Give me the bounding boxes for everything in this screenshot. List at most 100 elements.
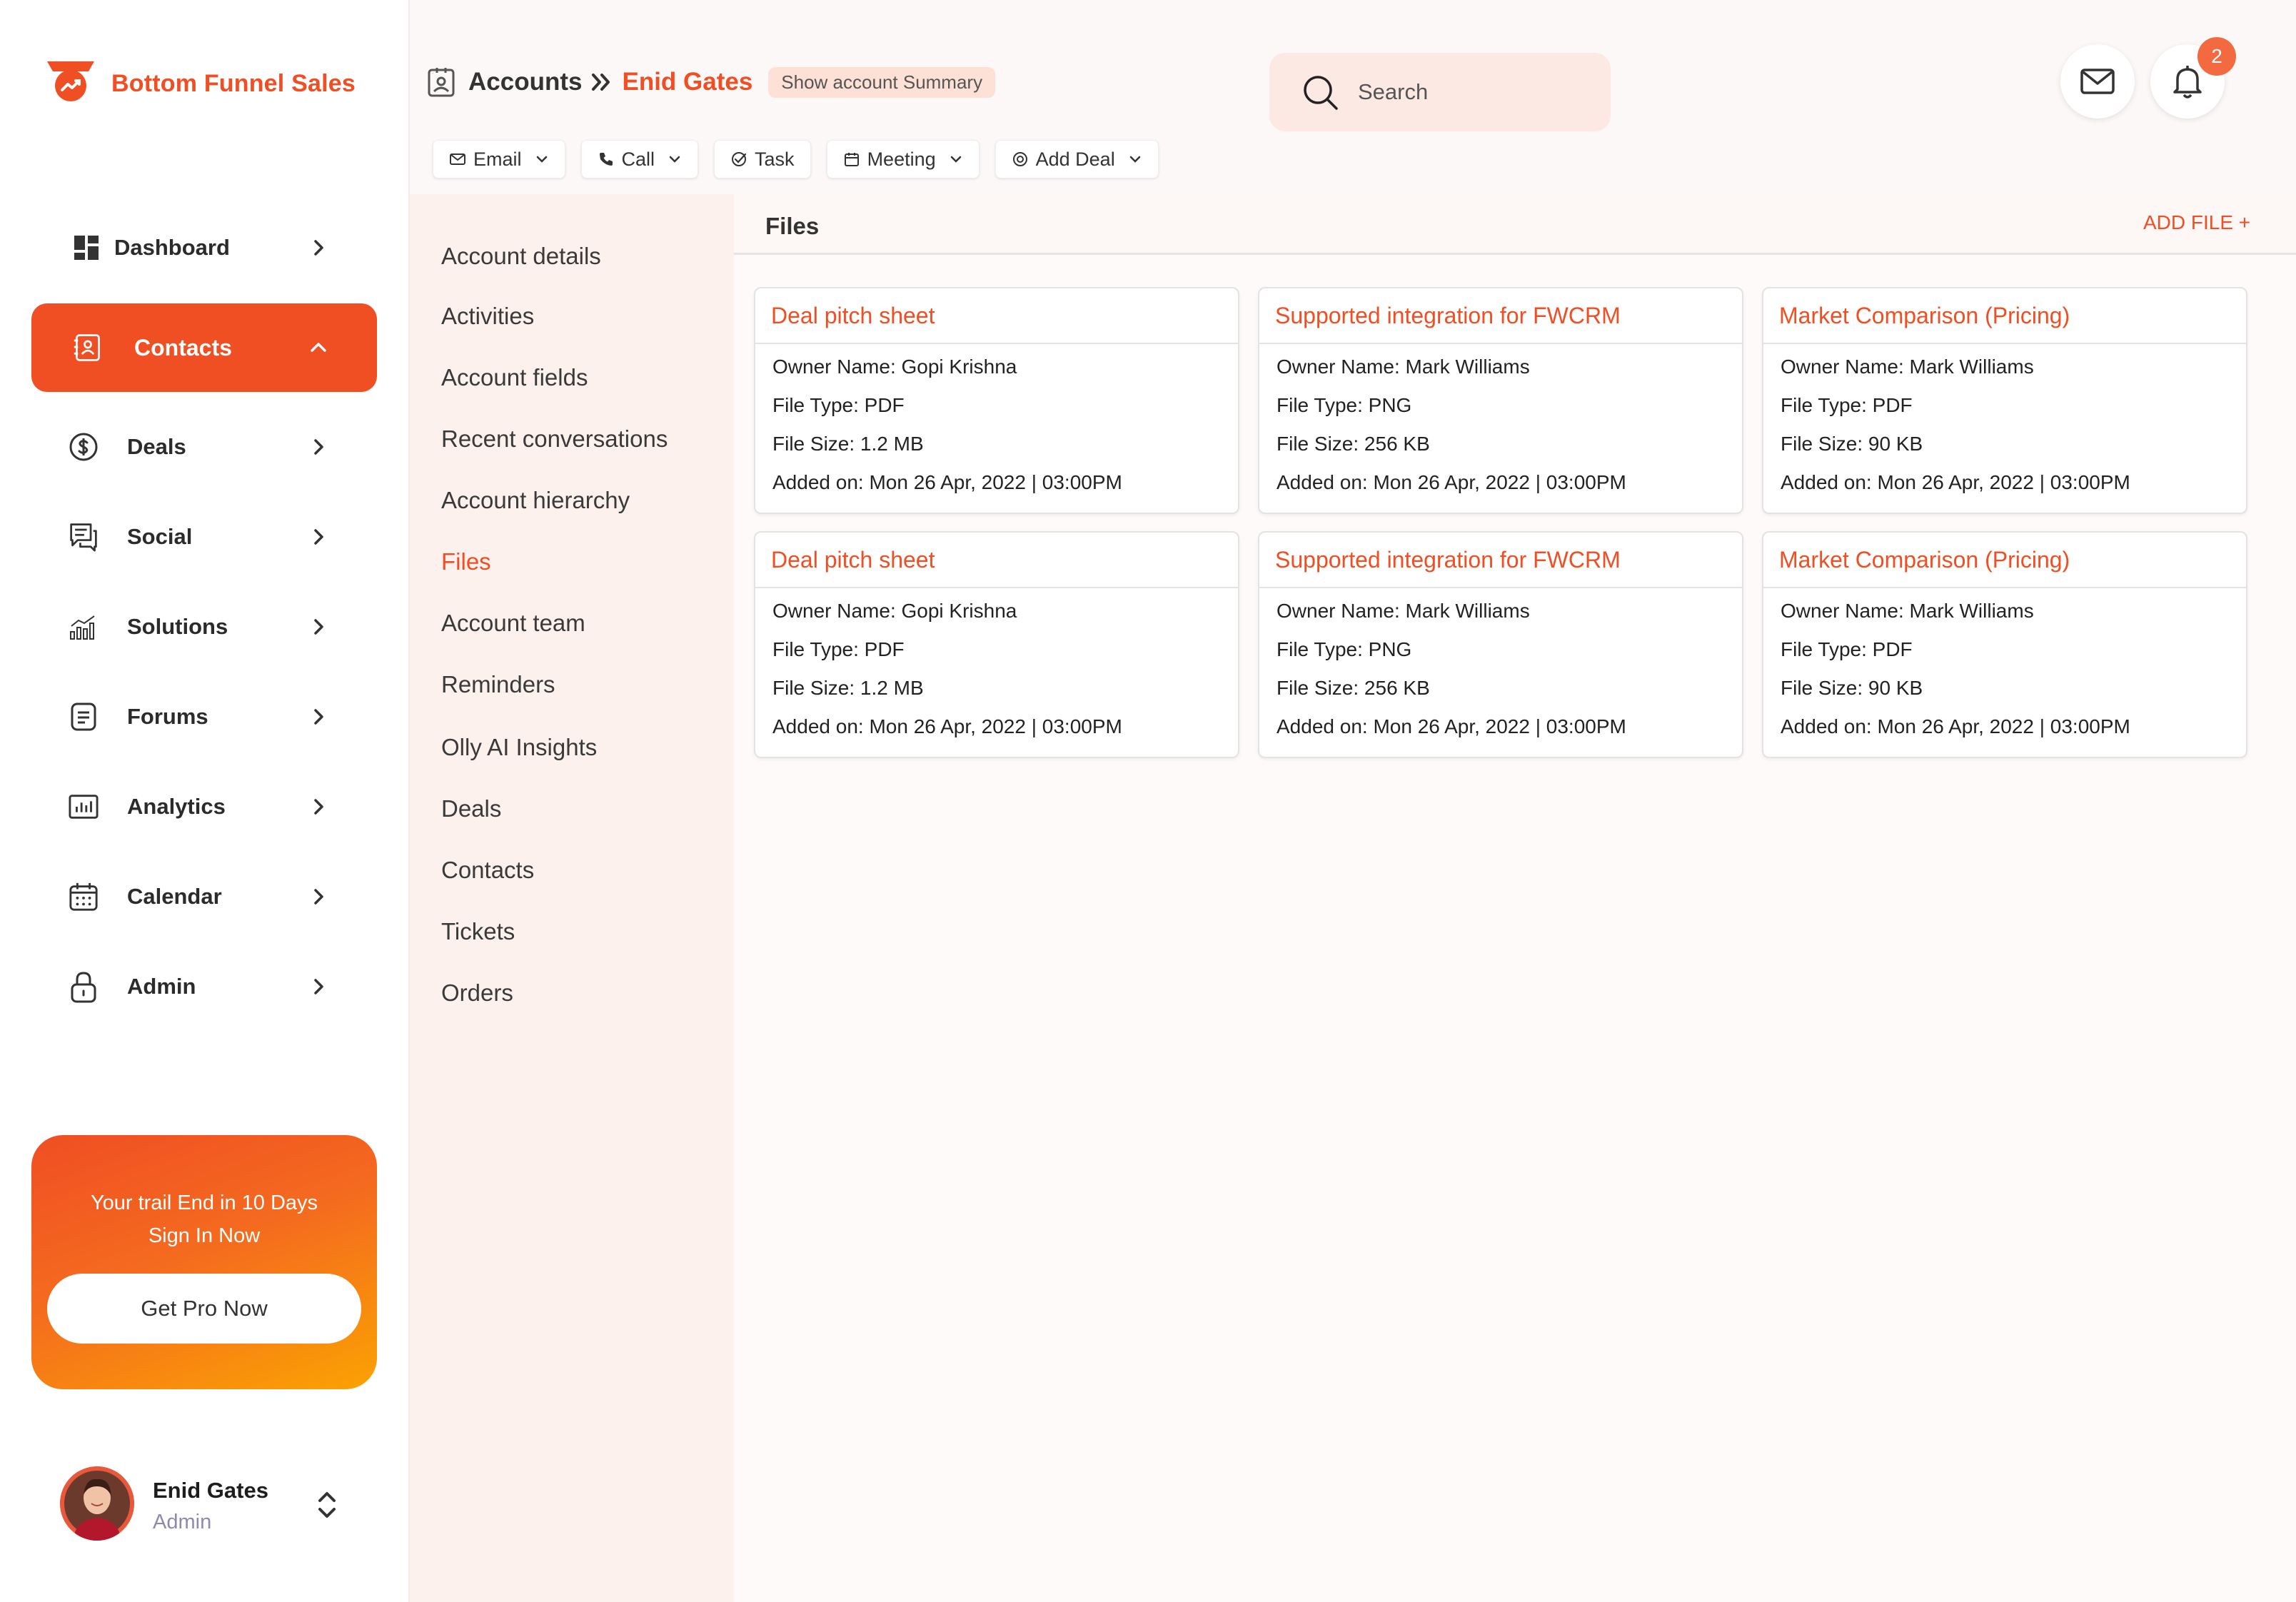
subnav-item-account-details[interactable]: Account details	[441, 243, 601, 270]
file-title[interactable]: Market Comparison (Pricing)	[1779, 547, 2070, 573]
nav-item-forums[interactable]: Forums	[31, 672, 377, 762]
file-card[interactable]: Supported integration for FWCRM Owner Na…	[1258, 287, 1743, 514]
account-subnav: Account details Activities Account field…	[410, 194, 734, 1602]
breadcrumb-accounts[interactable]: Accounts	[468, 68, 582, 96]
get-pro-button[interactable]: Get Pro Now	[47, 1274, 361, 1344]
profile-role: Admin	[153, 1511, 212, 1533]
subnav-item-orders[interactable]: Orders	[441, 979, 513, 1007]
card-divider	[1763, 343, 2246, 344]
email-action-button[interactable]: Email	[433, 140, 565, 178]
file-added-date: Added on: Mon 26 Apr, 2022 | 03:00PM	[1277, 715, 1626, 737]
subnav-item-deals[interactable]: Deals	[441, 795, 501, 822]
double-chevron-icon	[592, 74, 610, 91]
task-action-button[interactable]: Task	[714, 140, 811, 178]
nav-label: Deals	[127, 434, 186, 459]
messages-button[interactable]	[2060, 44, 2135, 119]
file-title[interactable]: Deal pitch sheet	[771, 547, 935, 573]
file-type: File Type: PDF	[1781, 394, 1913, 416]
nav-label: Dashboard	[114, 235, 230, 260]
show-account-summary-button[interactable]: Show account Summary	[768, 66, 996, 98]
chevron-up-icon	[311, 343, 326, 352]
nav-label: Admin	[127, 974, 196, 999]
add-deal-action-button[interactable]: Add Deal	[995, 140, 1159, 178]
subnav-item-recent-conversations[interactable]: Recent conversations	[441, 425, 668, 453]
file-type: File Type: PDF	[1781, 638, 1913, 660]
search-box	[1269, 53, 1611, 131]
file-type: File Type: PDF	[772, 394, 905, 416]
card-divider	[755, 343, 1238, 344]
sign-in-text[interactable]: Sign In Now	[31, 1219, 377, 1252]
nav-label: Calendar	[127, 884, 222, 909]
document-icon	[69, 702, 99, 732]
file-title[interactable]: Supported integration for FWCRM	[1275, 303, 1621, 329]
nav-item-calendar[interactable]: Calendar	[31, 852, 377, 942]
action-label: Task	[755, 148, 795, 170]
subnav-item-reminders[interactable]: Reminders	[441, 671, 555, 698]
chevron-down-icon	[669, 156, 680, 163]
chevron-right-icon	[314, 529, 323, 545]
file-card[interactable]: Market Comparison (Pricing) Owner Name: …	[1762, 287, 2247, 514]
file-card[interactable]: Deal pitch sheet Owner Name: Gopi Krishn…	[754, 287, 1239, 514]
switch-account-icon[interactable]	[313, 1488, 341, 1522]
file-added-date: Added on: Mon 26 Apr, 2022 | 03:00PM	[772, 471, 1122, 493]
add-file-button[interactable]: ADD FILE +	[2143, 211, 2250, 234]
file-card[interactable]: Market Comparison (Pricing) Owner Name: …	[1762, 531, 2247, 758]
subnav-item-files[interactable]: Files	[441, 548, 491, 575]
notification-badge: 2	[2197, 37, 2236, 76]
contacts-icon	[73, 333, 103, 363]
file-owner: Owner Name: Gopi Krishna	[772, 600, 1017, 622]
meeting-action-button[interactable]: Meeting	[826, 140, 980, 178]
files-panel: Files ADD FILE + Deal pitch sheet Owner …	[734, 194, 2296, 1602]
file-card[interactable]: Supported integration for FWCRM Owner Na…	[1258, 531, 1743, 758]
nav-item-social[interactable]: Social	[31, 492, 377, 582]
nav-item-solutions[interactable]: Solutions	[31, 582, 377, 672]
user-profile[interactable]: Enid Gates Admin	[60, 1465, 360, 1545]
trial-promo-card: Your trail End in 10 Days Sign In Now Ge…	[31, 1135, 377, 1389]
nav-label: Social	[127, 524, 193, 549]
card-divider	[1259, 587, 1742, 588]
subnav-item-olly-ai-insights[interactable]: Olly AI Insights	[441, 734, 597, 761]
chevron-down-icon	[950, 156, 961, 163]
file-title[interactable]: Supported integration for FWCRM	[1275, 547, 1621, 573]
file-title[interactable]: Deal pitch sheet	[771, 303, 935, 329]
chevron-right-icon	[314, 439, 323, 455]
section-title: Files	[765, 213, 820, 239]
nav-item-deals[interactable]: Deals	[31, 402, 377, 492]
action-label: Call	[621, 148, 655, 170]
subnav-item-account-hierarchy[interactable]: Account hierarchy	[441, 487, 630, 514]
subnav-item-contacts[interactable]: Contacts	[441, 857, 534, 884]
subnav-item-account-team[interactable]: Account team	[441, 610, 585, 637]
lock-icon	[69, 972, 99, 1003]
file-title[interactable]: Market Comparison (Pricing)	[1779, 303, 2070, 329]
subnav-item-account-fields[interactable]: Account fields	[441, 364, 588, 391]
file-size: File Size: 90 KB	[1781, 433, 1923, 455]
action-label: Add Deal	[1035, 148, 1115, 170]
nav-label: Contacts	[134, 334, 232, 361]
analytics-icon	[69, 792, 99, 822]
nav-item-contacts[interactable]: Contacts	[31, 303, 377, 392]
chevron-down-icon	[1129, 156, 1140, 163]
brand-name: Bottom Funnel Sales	[111, 69, 356, 97]
trial-message: Your trail End in 10 Days Sign In Now	[31, 1187, 377, 1252]
breadcrumb: Accounts Enid Gates Show account Summary	[427, 64, 996, 100]
breadcrumb-current: Enid Gates	[622, 68, 753, 96]
chevron-right-icon	[314, 240, 323, 256]
check-circle-icon	[732, 152, 747, 166]
file-owner: Owner Name: Gopi Krishna	[772, 356, 1017, 378]
file-added-date: Added on: Mon 26 Apr, 2022 | 03:00PM	[772, 715, 1122, 737]
subnav-item-activities[interactable]: Activities	[441, 303, 534, 330]
file-size: File Size: 1.2 MB	[772, 677, 924, 699]
nav-item-admin[interactable]: Admin	[31, 942, 377, 1032]
mail-icon	[450, 153, 465, 165]
brand-logo[interactable]: Bottom Funnel Sales	[44, 57, 356, 110]
search-input[interactable]	[1356, 70, 1588, 114]
file-added-date: Added on: Mon 26 Apr, 2022 | 03:00PM	[1277, 471, 1626, 493]
file-owner: Owner Name: Mark Williams	[1277, 600, 1530, 622]
subnav-item-tickets[interactable]: Tickets	[441, 918, 515, 945]
file-card[interactable]: Deal pitch sheet Owner Name: Gopi Krishn…	[754, 531, 1239, 758]
file-size: File Size: 256 KB	[1277, 677, 1430, 699]
nav-item-dashboard[interactable]: Dashboard	[31, 212, 377, 283]
call-action-button[interactable]: Call	[580, 140, 699, 178]
nav-item-analytics[interactable]: Analytics	[31, 762, 377, 852]
file-size: File Size: 256 KB	[1277, 433, 1430, 455]
